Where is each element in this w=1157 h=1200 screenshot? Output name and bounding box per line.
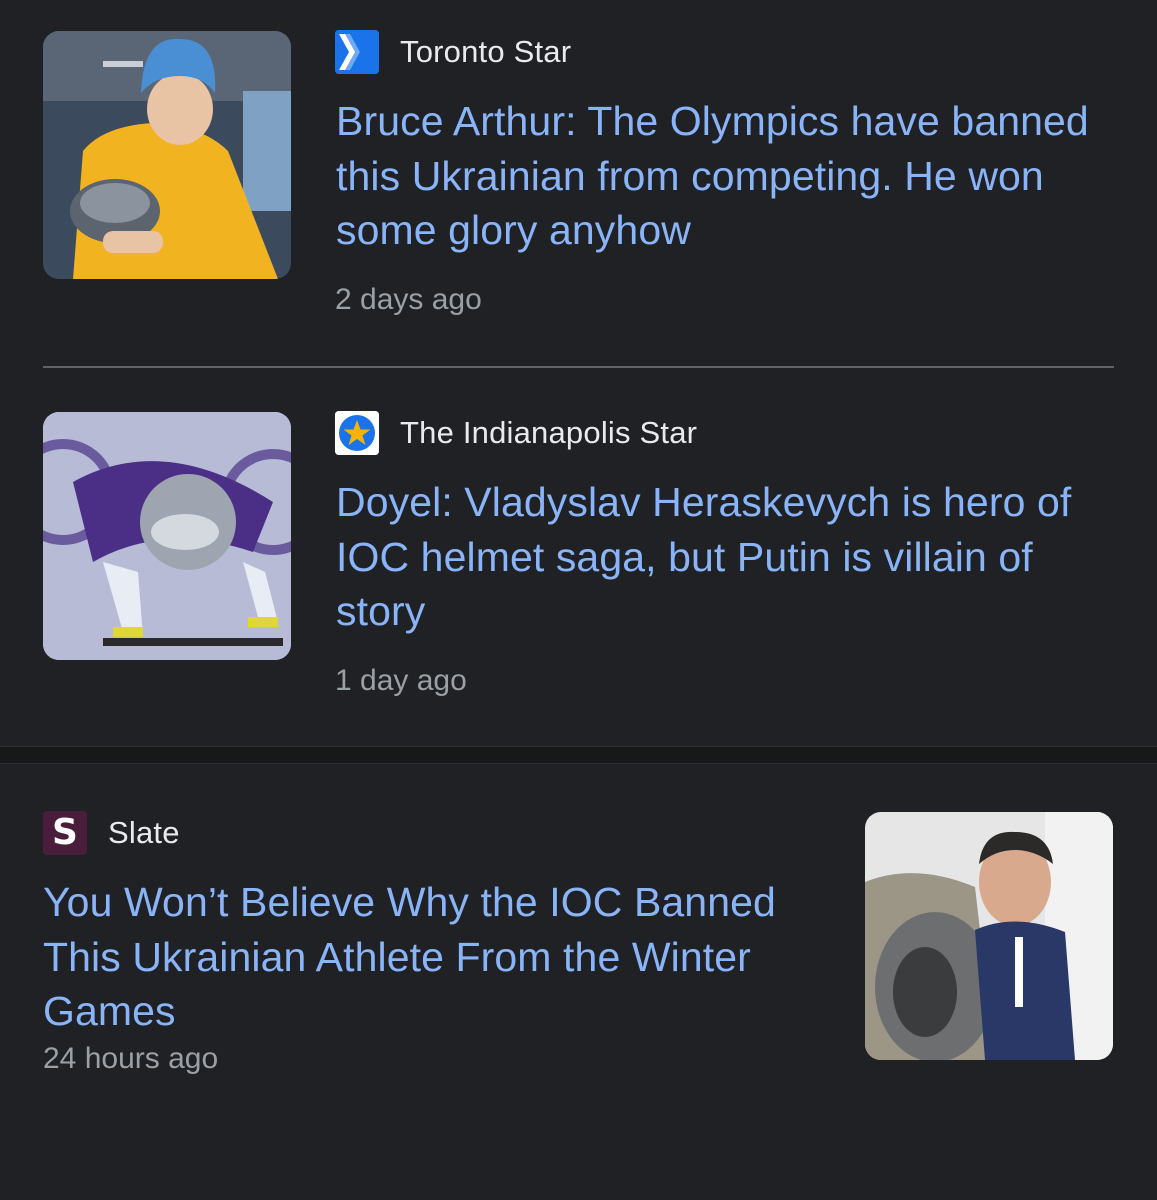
article-card-slate[interactable]: S Slate You Won’t Believe Why the IOC Ba… bbox=[0, 766, 1157, 1186]
toronto-star-logo-icon bbox=[335, 30, 379, 74]
article-timestamp: 1 day ago bbox=[335, 664, 467, 697]
article-thumbnail[interactable] bbox=[43, 412, 291, 660]
source-row: Toronto Star bbox=[335, 30, 571, 74]
slate-logo-letter: S bbox=[52, 812, 78, 853]
article-thumbnail[interactable] bbox=[865, 812, 1113, 1060]
article-timestamp: 2 days ago bbox=[335, 283, 482, 316]
slate-logo-icon: S bbox=[43, 811, 87, 855]
source-row: The Indianapolis Star bbox=[335, 411, 697, 455]
athlete-helmet-photo-image bbox=[865, 812, 1113, 1060]
source-name: The Indianapolis Star bbox=[400, 415, 698, 450]
article-timestamp: 24 hours ago bbox=[43, 1042, 219, 1075]
source-name: Slate bbox=[108, 815, 180, 850]
source-row: S Slate bbox=[43, 811, 180, 855]
source-name: Toronto Star bbox=[400, 34, 572, 69]
section-separator bbox=[0, 746, 1157, 764]
skeleton-athlete-photo-image bbox=[43, 412, 291, 660]
athlete-photo-image bbox=[43, 31, 291, 279]
indystar-logo-icon bbox=[335, 411, 379, 455]
news-feed: Toronto Star Bruce Arthur: The Olympics … bbox=[0, 0, 1157, 1200]
article-card-indianapolis-star[interactable]: The Indianapolis Star Doyel: Vladyslav H… bbox=[0, 368, 1157, 746]
article-thumbnail[interactable] bbox=[43, 31, 291, 279]
article-headline[interactable]: Bruce Arthur: The Olympics have banned t… bbox=[336, 94, 1126, 258]
article-headline[interactable]: Doyel: Vladyslav Heraskevych is hero of … bbox=[336, 475, 1126, 639]
article-card-toronto-star[interactable]: Toronto Star Bruce Arthur: The Olympics … bbox=[0, 0, 1157, 366]
article-headline[interactable]: You Won’t Believe Why the IOC Banned Thi… bbox=[43, 875, 833, 1039]
